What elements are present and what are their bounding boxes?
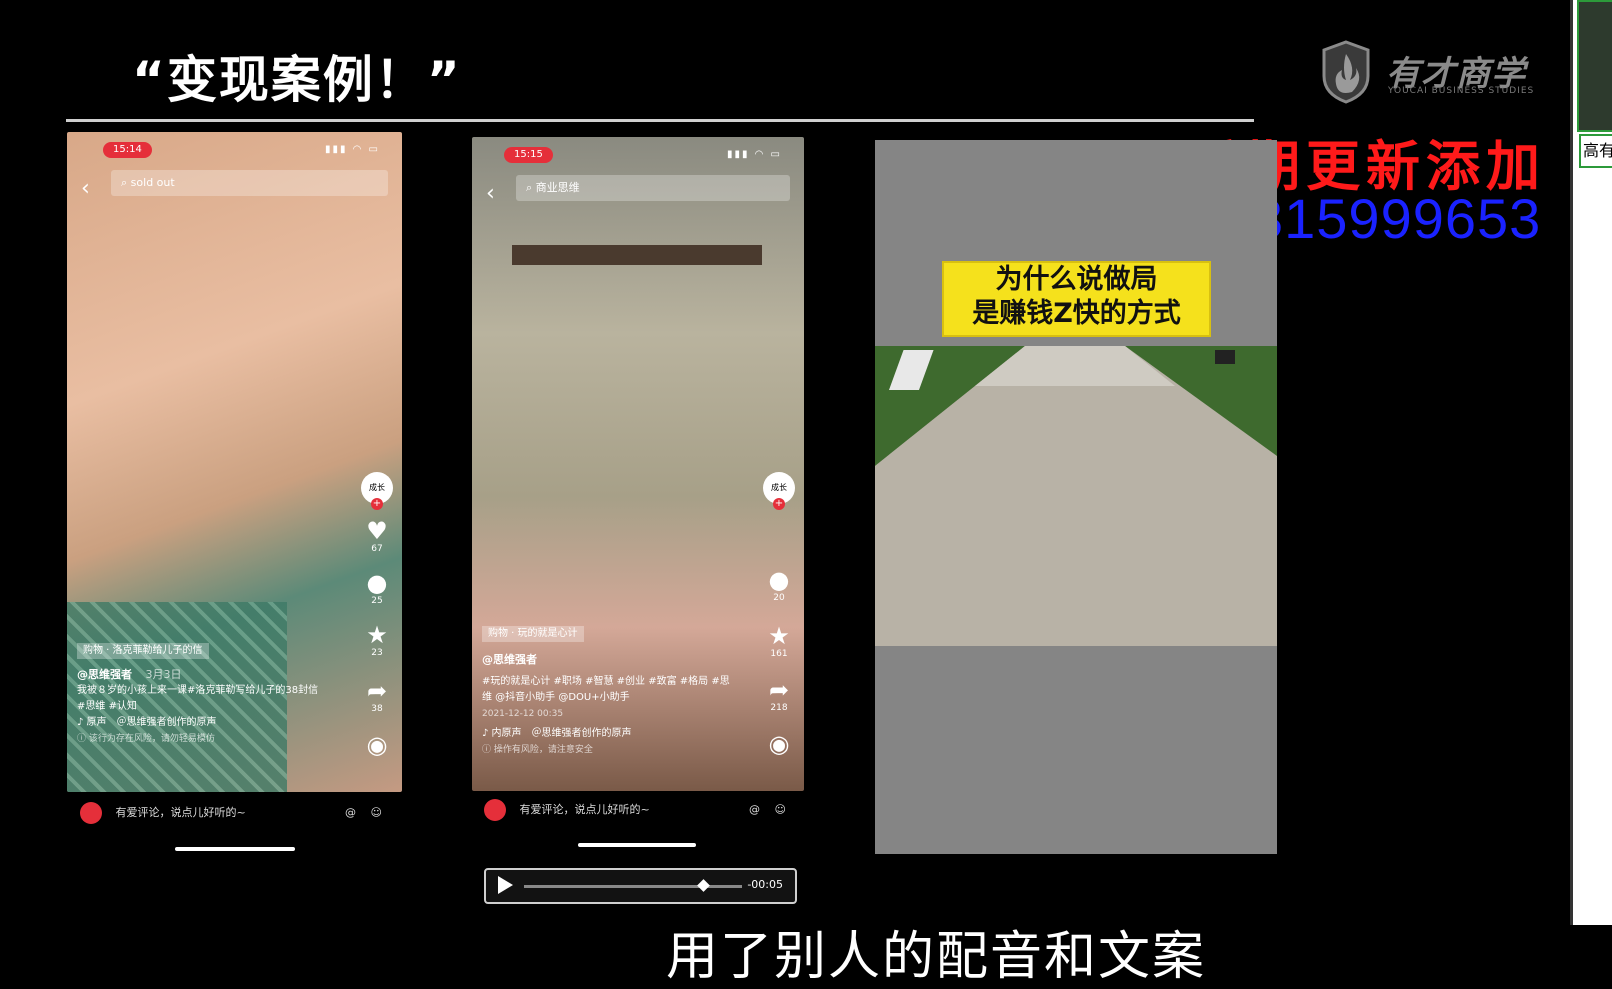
music-disc-icon: ◉ [366,731,388,759]
comment-bar-1[interactable]: 有爱评论，说点儿好听的~ @ ☺ [80,800,390,826]
status-icons: ▮▮▮ ◠ ▭ [726,149,782,160]
star-icon: ★ [366,621,388,649]
search-bar[interactable]: ⌕ sold out [111,170,388,196]
search-text: sold out [130,176,175,189]
comment-button[interactable]: ● 25 [360,570,394,606]
status-icons: ▮▮▮ ◠ ▭ [324,144,380,155]
favorite-button[interactable]: ★ 23 [360,622,394,658]
comment-bar-2[interactable]: 有爱评论，说点儿好听的~ @ ☺ [484,797,794,823]
emoji-icon[interactable]: ☺ [775,797,786,823]
favorite-button[interactable]: ★ 161 [762,623,796,659]
music-disc[interactable]: ◉ [762,731,796,757]
camera-icon [80,802,102,824]
back-icon[interactable]: ‹ [81,176,90,201]
home-indicator-1 [175,847,295,851]
brand-name-en: YOUCAI BUSINESS STUDIES [1388,86,1535,96]
like-count: 67 [371,544,383,554]
audio-time: -00:05 [747,878,783,891]
music-disc-icon: ◉ [768,730,790,758]
video-headline: 为什么说做局 是赚钱Z快的方式 [942,261,1211,337]
share-button[interactable]: ➦ 218 [762,677,796,713]
camera-icon [484,799,506,821]
music-info[interactable]: ♪ 原声 ＠思维强者创作的原声 [77,715,327,731]
heart-icon: ♥ [366,517,388,545]
video-subtitle: 用了别人的配音和文案 [666,927,1207,987]
comment-count: 25 [371,596,383,606]
brand-logo: 有才商学 YOUCAI BUSINESS STUDIES [1320,40,1533,110]
video-caption: 我被８岁的小孩上来一课#洛克菲勒写给儿子的38封信 #思维 #认知 [77,685,319,712]
comment-icon: ● [366,569,388,597]
headline-line-1: 为什么说做局 [995,264,1158,295]
comment-placeholder: 有爱评论，说点儿好听的~ [519,803,650,816]
shop-tag[interactable]: 购物 · 洛克菲勒给儿子的信 [77,643,209,659]
risk-notice: ⓘ 操作有风险，请注意安全 [482,745,593,755]
phone-screen-2: 15:15 ▮▮▮ ◠ ▭ ‹ ⌕ 商业思维 成长 + ● 20 ★ 161 ➦ … [472,137,804,791]
audio-scrubber[interactable] [696,879,710,892]
follow-plus-icon[interactable]: + [773,498,785,510]
camera-label: 高有 [1579,134,1612,168]
wechat-number: 315999653 [1252,187,1542,250]
emoji-icon[interactable]: ☺ [371,800,382,826]
camera-thumbnail: 高有 [1570,0,1612,925]
like-button[interactable]: ♥ 67 [360,518,394,554]
favorite-count: 23 [371,648,383,658]
comment-icon: ● [768,566,790,594]
video-info: 购物 · 玩的就是心计 @思维强者 #玩的就是心计 #职场 #智慧 #创业 #致… [482,625,732,758]
comment-placeholder: 有爱评论，说点儿好听的~ [115,806,246,819]
road-image [875,346,1277,646]
music-info[interactable]: ♪ 内原声 ＠思维强者创作的原声 [482,726,732,742]
music-disc[interactable]: ◉ [360,732,394,758]
slide-title: “变现案例！” [132,51,462,109]
favorite-count: 161 [770,649,788,659]
at-icon[interactable]: @ [749,797,760,823]
comment-count: 20 [773,593,785,603]
post-date: 3月3日 [145,668,182,681]
author-avatar[interactable]: 成长 + [762,472,796,510]
comment-button[interactable]: ● 20 [762,567,796,603]
headline-line-2: 是赚钱Z快的方式 [972,298,1181,329]
post-timestamp: 2021-12-12 00:35 [482,709,564,719]
search-icon: ⌕ [121,176,128,189]
status-time: 15:14 [103,142,152,158]
video-frame [512,245,762,265]
play-icon[interactable] [498,876,513,894]
search-text: 商业思维 [535,181,580,194]
star-icon: ★ [768,622,790,650]
phone-screen-1: 15:14 ▮▮▮ ◠ ▭ ‹ ⌕ sold out 成长 + ♥ 67 ● 25… [67,132,402,792]
at-icon[interactable]: @ [345,800,356,826]
share-count: 218 [770,703,788,713]
author-avatar[interactable]: 成长 + [360,472,394,510]
home-indicator-2 [578,843,696,847]
author-name[interactable]: @思维强者 [482,652,732,668]
author-name[interactable]: @思维强者 [77,668,132,681]
status-time: 15:15 [504,147,553,163]
back-icon[interactable]: ‹ [486,181,495,206]
share-icon: ➦ [366,677,388,705]
flame-shield-icon [1322,40,1370,104]
title-divider [66,119,1254,122]
camera-preview [1577,0,1612,132]
risk-notice: ⓘ 该行为存在风险，请勿轻易模仿 [77,734,215,744]
follow-plus-icon[interactable]: + [371,498,383,510]
video-caption: #玩的就是心计 #职场 #智慧 #创业 #致富 #格局 #思维 @抖音小助手 @… [482,676,730,703]
search-bar[interactable]: ⌕ 商业思维 [516,175,790,201]
search-icon: ⌕ [526,181,533,194]
audio-player: -00:05 [484,868,797,904]
video-info: 购物 · 洛克菲勒给儿子的信 @思维强者 3月3日 我被８岁的小孩上来一课#洛克… [77,642,327,747]
avatar: 成长 + [763,472,795,510]
share-button[interactable]: ➦ 38 [360,678,394,714]
avatar: 成长 + [361,472,393,510]
share-icon: ➦ [768,676,790,704]
shop-tag[interactable]: 购物 · 玩的就是心计 [482,626,584,642]
share-count: 38 [371,704,383,714]
